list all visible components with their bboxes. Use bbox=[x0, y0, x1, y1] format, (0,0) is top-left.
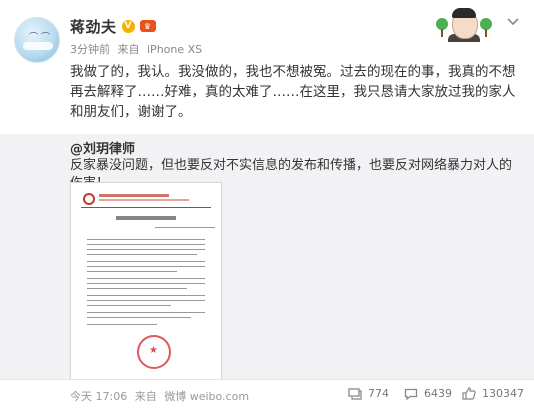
doc-text-line bbox=[87, 271, 177, 272]
comment-count: 6439 bbox=[424, 387, 452, 400]
doc-text-line bbox=[87, 254, 197, 255]
comment-button[interactable]: 6439 bbox=[404, 387, 452, 400]
repost-count: 774 bbox=[368, 387, 389, 400]
footer-time[interactable]: 今天 17:06 bbox=[70, 390, 127, 403]
doc-text-line bbox=[87, 244, 205, 245]
post-source: iPhone XS bbox=[147, 43, 203, 56]
doc-text-line bbox=[87, 312, 205, 313]
weibo-post: ⌒ ⌒ 蒋劲夫 V ♛ 3分钟前 来自 iPhone XS 我做了的，我认。我没… bbox=[0, 0, 534, 134]
repost-author[interactable]: @刘玥律师 bbox=[70, 138, 135, 157]
doc-text-line bbox=[87, 261, 205, 262]
seal-star-icon: ★ bbox=[149, 345, 158, 356]
doc-text-line bbox=[87, 300, 205, 301]
doc-text-line bbox=[87, 239, 205, 240]
tree-trunk bbox=[485, 29, 487, 37]
repost-icon bbox=[348, 387, 362, 400]
repost-button[interactable]: 774 bbox=[348, 387, 389, 400]
like-button[interactable]: 130347 bbox=[462, 387, 524, 400]
doc-text-line bbox=[87, 305, 171, 306]
avatar-cloud-graphic bbox=[23, 42, 53, 50]
comment-icon bbox=[404, 388, 418, 400]
verified-badge-icon: V bbox=[121, 19, 135, 33]
post-time[interactable]: 3分钟前 bbox=[70, 43, 110, 56]
thumbs-up-icon bbox=[462, 387, 476, 400]
post-source-prefix: 来自 bbox=[117, 43, 140, 56]
vip-crown-icon: ♛ bbox=[139, 20, 156, 32]
doc-text-line bbox=[87, 288, 187, 289]
footer-source-prefix: 来自 bbox=[134, 390, 157, 403]
tree-trunk bbox=[441, 29, 443, 37]
letterhead-divider bbox=[81, 207, 211, 208]
doc-text-line bbox=[87, 278, 205, 279]
doc-text-line bbox=[87, 317, 191, 318]
footer-meta: 今天 17:06 来自 微博 weibo.com bbox=[70, 388, 249, 404]
author-row: 蒋劲夫 V ♛ bbox=[70, 16, 156, 36]
doc-text-line bbox=[87, 324, 157, 325]
chevron-down-icon[interactable] bbox=[506, 14, 520, 28]
portrait-hair bbox=[452, 8, 476, 18]
post-footer: 今天 17:06 来自 微博 weibo.com 774 6439 130347 bbox=[0, 379, 534, 408]
document-title-graphic bbox=[71, 216, 221, 223]
doc-text-line bbox=[87, 295, 205, 296]
doc-text-line bbox=[87, 266, 205, 267]
law-firm-logo-icon bbox=[83, 193, 95, 205]
document-image[interactable]: ★ bbox=[70, 182, 222, 380]
doc-text-line bbox=[87, 283, 205, 284]
cover-decoration bbox=[434, 6, 494, 42]
footer-source: 微博 weibo.com bbox=[164, 390, 250, 403]
author-name[interactable]: 蒋劲夫 bbox=[70, 16, 117, 37]
doc-text-line bbox=[155, 227, 215, 228]
post-content: 我做了的，我认。我没做的，我也不想被冤。过去的现在的事，我真的不想再去解释了……… bbox=[70, 64, 516, 120]
law-firm-letterhead-graphic bbox=[99, 193, 199, 205]
doc-text-line bbox=[87, 249, 205, 250]
like-count: 130347 bbox=[482, 387, 524, 400]
avatar[interactable]: ⌒ ⌒ bbox=[14, 17, 60, 63]
post-meta: 3分钟前 来自 iPhone XS bbox=[70, 41, 202, 57]
